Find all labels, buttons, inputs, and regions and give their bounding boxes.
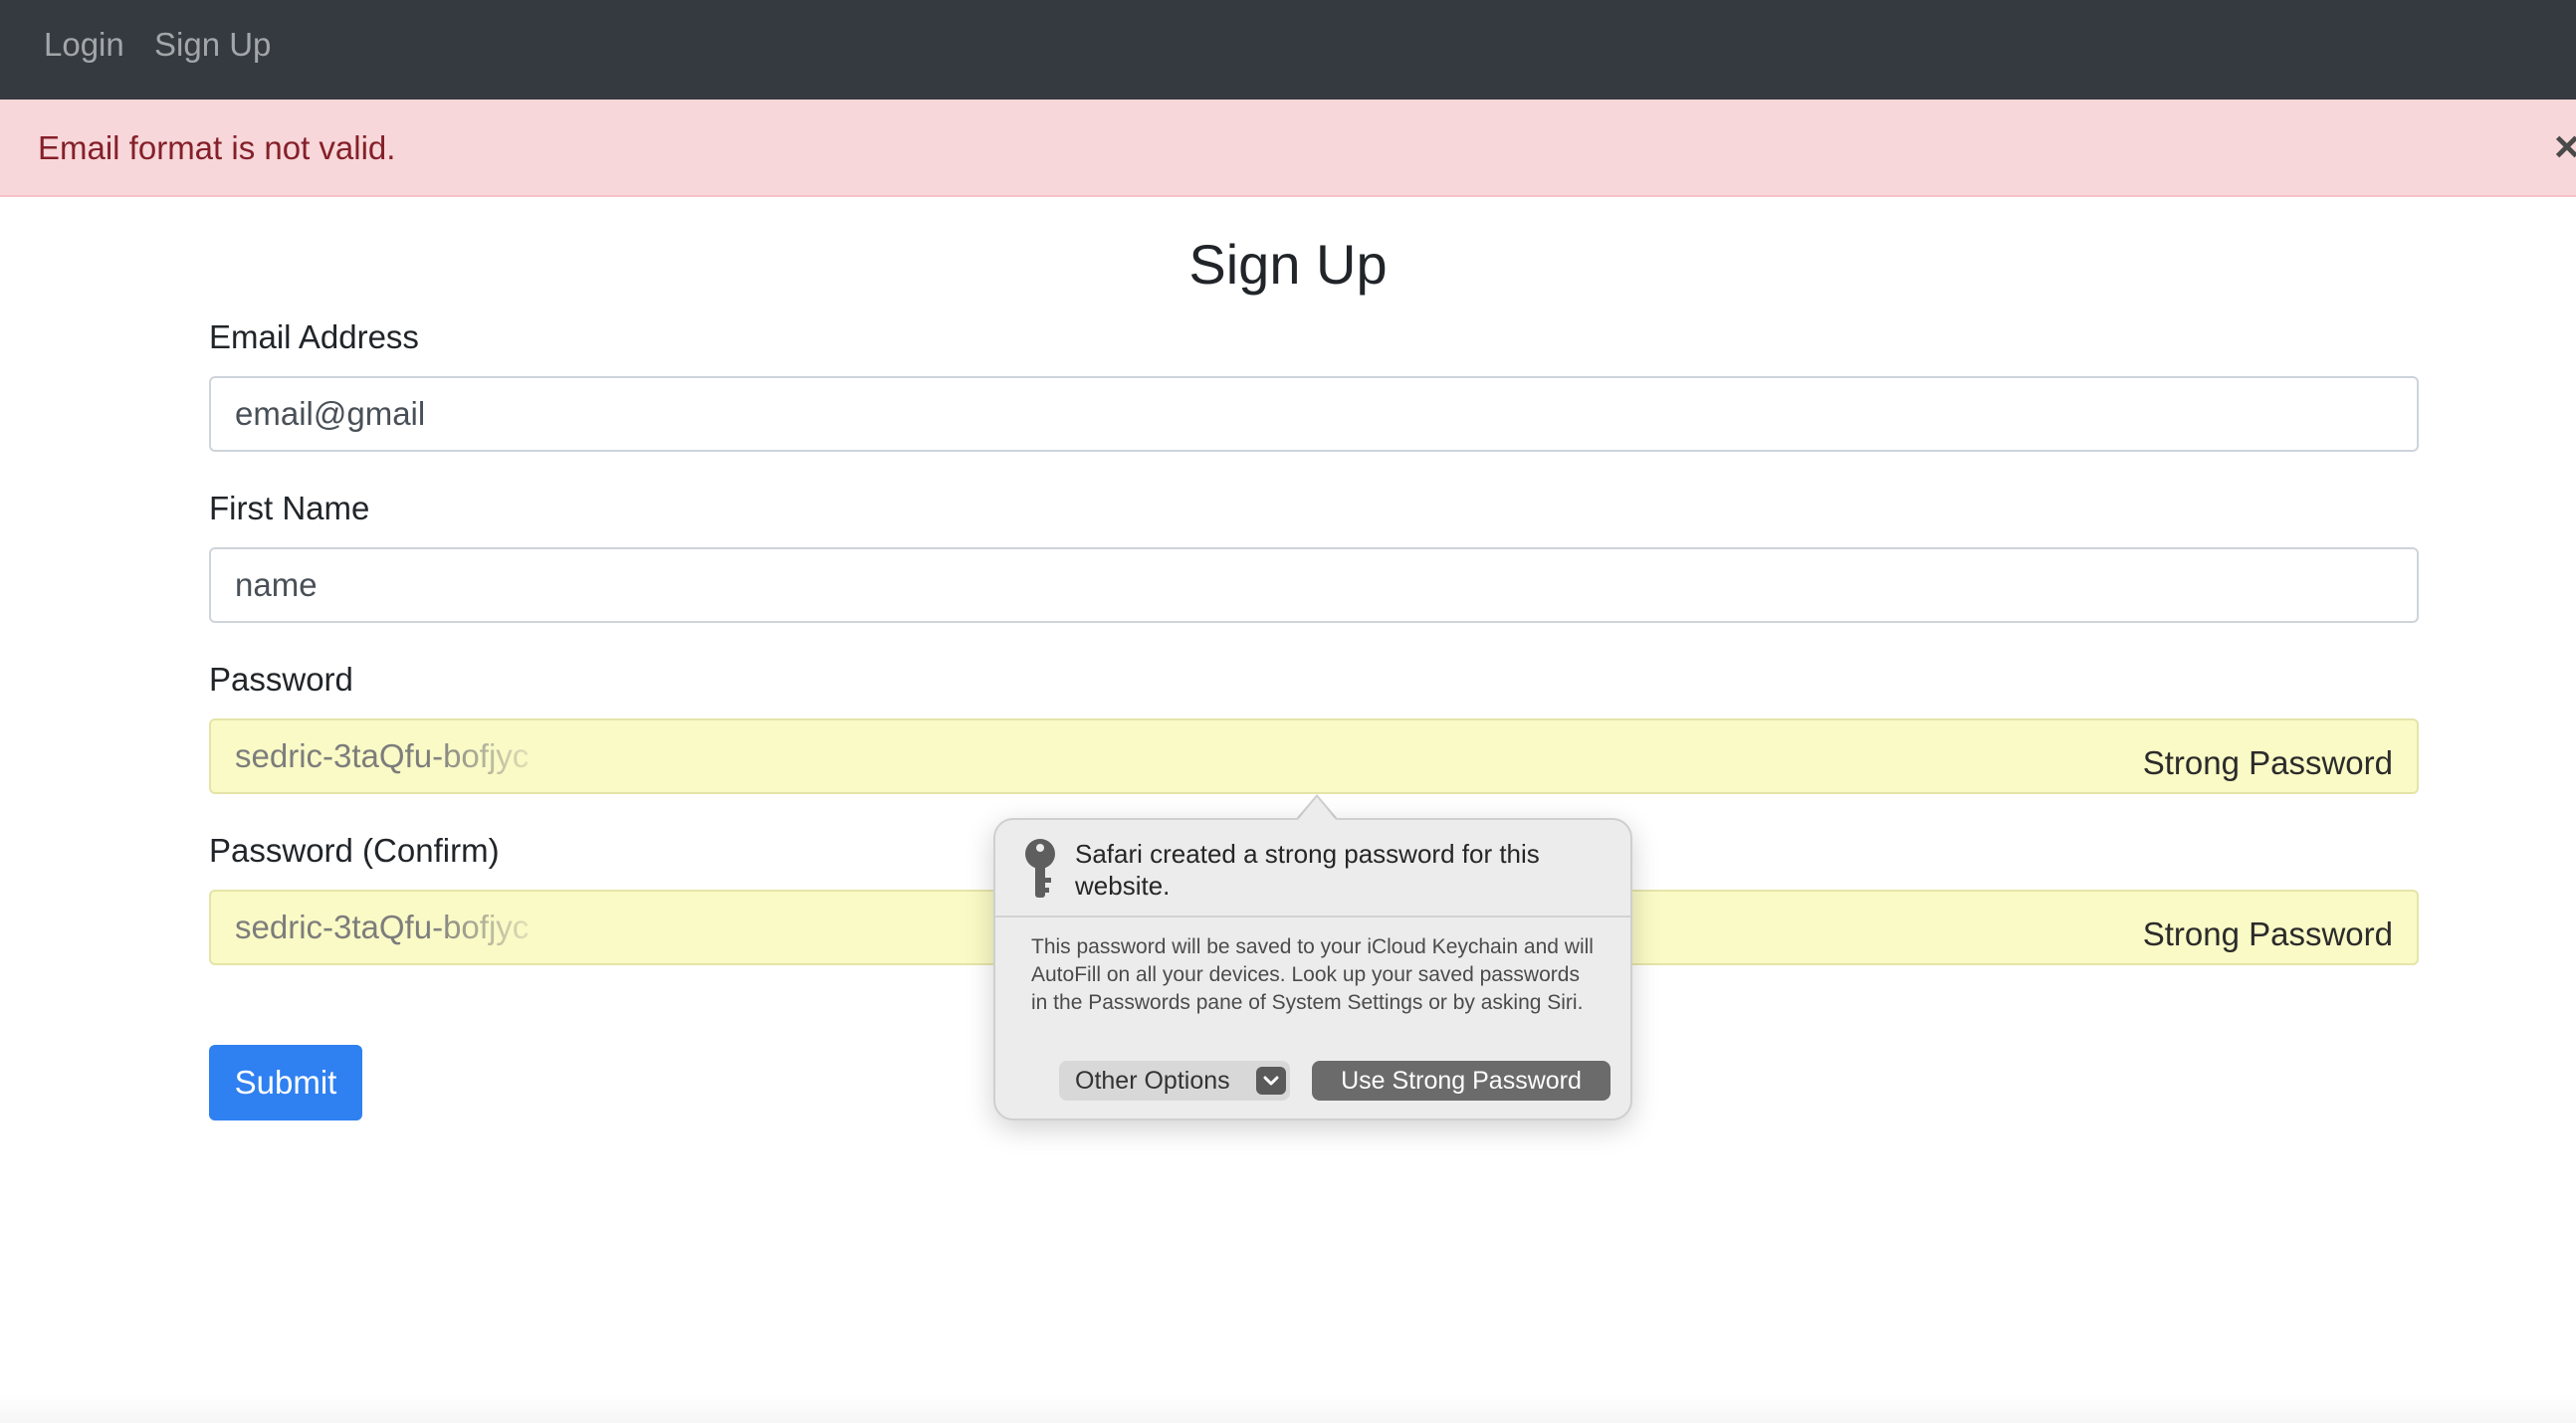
email-label: Email Address — [209, 318, 419, 355]
strong-password-confirm-badge: Strong Password — [2142, 915, 2393, 952]
close-icon[interactable]: × — [2554, 125, 2576, 169]
popover-arrow-inner — [1297, 797, 1337, 821]
safari-password-popover: Safari created a strong password for thi… — [993, 818, 1632, 1120]
popover-body: This password will be saved to your iClo… — [1031, 935, 1594, 1014]
navbar: Login Sign Up — [0, 0, 2576, 100]
nav-login-link[interactable]: Login — [44, 24, 124, 66]
password-confirm-value: sedric-3taQfu-bofjyc — [235, 909, 530, 945]
page-bottom-edge — [0, 1393, 2576, 1423]
use-strong-password-button[interactable]: Use Strong Password — [1312, 1061, 1610, 1101]
alert-message: Email format is not valid. — [38, 129, 396, 166]
chevron-down-icon — [1256, 1067, 1286, 1095]
popover-divider — [995, 915, 1630, 917]
email-field[interactable]: email@gmail — [209, 376, 2419, 452]
password-value: sedric-3taQfu-bofjyc — [235, 737, 530, 774]
key-icon — [1025, 839, 1055, 898]
page-title: Sign Up — [1188, 233, 1388, 296]
other-options-label: Other Options — [1075, 1067, 1230, 1095]
nav-signup-link[interactable]: Sign Up — [154, 24, 271, 66]
error-alert: Email format is not valid. × — [0, 100, 2576, 197]
password-confirm-label: Password (Confirm) — [209, 832, 500, 869]
first-name-field[interactable]: name — [209, 547, 2419, 623]
popover-title: Safari created a strong password for thi… — [1075, 839, 1540, 901]
first-name-value: name — [235, 566, 318, 603]
email-value: email@gmail — [235, 395, 426, 432]
first-name-label: First Name — [209, 490, 370, 526]
strong-password-badge: Strong Password — [2142, 744, 2393, 781]
other-options-button[interactable]: Other Options — [1059, 1061, 1290, 1101]
password-field[interactable]: sedric-3taQfu-bofjyc Strong Password — [209, 718, 2419, 794]
password-label: Password — [209, 661, 353, 698]
submit-button[interactable]: Submit — [209, 1045, 362, 1120]
